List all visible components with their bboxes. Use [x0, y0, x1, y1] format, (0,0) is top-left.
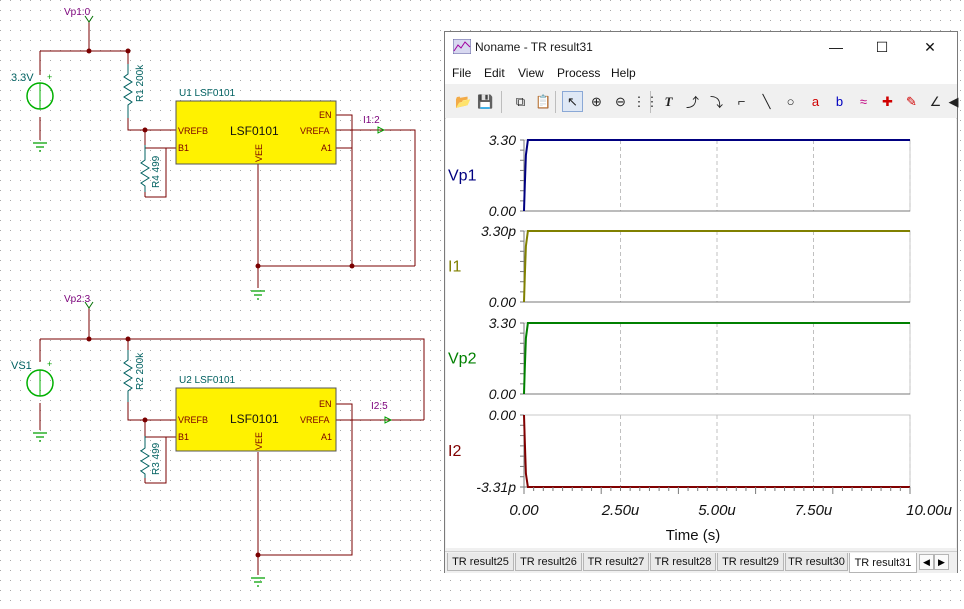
tab-tr-result30[interactable]: TR result30 — [785, 553, 848, 571]
resistor-r3-label: R3 499 — [151, 442, 162, 475]
pin-b1: B1 — [178, 143, 189, 153]
scroll-left-icon[interactable]: ◀ — [943, 91, 964, 112]
toolbar: 📂 💾 ⧉ 📋 ↖ ⊕ ⊖ ⋮⋮ T ⤴ ⤵ ⌐ ╲ ○ a b ≈ ✚ ✎ ∠ ◀ — [445, 85, 959, 119]
plus-sign: + — [47, 359, 52, 369]
resistor-r2-label: R2 200k — [135, 352, 146, 390]
tab-tr-result29[interactable]: TR result29 — [717, 553, 784, 571]
series-label-vp2: Vp2 — [448, 351, 477, 368]
y-tick-label-top: 0.00 — [489, 407, 516, 423]
curve-tool-2-icon[interactable]: ⤵ — [706, 91, 727, 112]
ic-u1-ref: U1 LSF0101 — [179, 88, 236, 99]
ic-u2-name: LSF0101 — [230, 412, 279, 426]
x-tick-label: 5.00u — [698, 502, 736, 519]
x-tick-label: 7.50u — [795, 502, 833, 519]
probe-i2-label: I2:5 — [371, 401, 388, 412]
ic-u1-name: LSF0101 — [230, 124, 279, 138]
pin-vee: VEE — [254, 432, 264, 450]
pin-b1: B1 — [178, 432, 189, 442]
y-tick-label-top: 3.30 — [489, 132, 516, 148]
tab-prev-button[interactable]: ◀ — [919, 554, 934, 570]
pin-vrefa: VREFA — [300, 126, 330, 136]
zoom-in-icon[interactable]: ⊕ — [586, 91, 607, 112]
open-icon[interactable]: 📂 — [453, 91, 474, 112]
series-label-i2: I2 — [448, 443, 461, 460]
ic-u2-ref: U2 LSF0101 — [179, 375, 236, 386]
y-tick-label-bottom: 0.00 — [489, 294, 516, 310]
pin-en: EN — [319, 110, 332, 120]
pin-en: EN — [319, 399, 332, 409]
pin-vrefa: VREFA — [300, 415, 330, 425]
menu-process[interactable]: Process — [557, 66, 600, 80]
tab-tr-result26[interactable]: TR result26 — [515, 553, 582, 571]
maximize-button[interactable]: ☐ — [859, 32, 905, 62]
pointer-icon[interactable]: ↖ — [562, 91, 583, 112]
result-tabs: TR result25 TR result26 TR result27 TR resu… — [445, 551, 957, 573]
tab-tr-result27[interactable]: TR result27 — [583, 553, 649, 571]
grid-icon[interactable]: ⋮⋮ — [633, 91, 659, 112]
menu-bar: File Edit View Process Help — [445, 62, 957, 84]
menu-view[interactable]: View — [518, 66, 544, 80]
menu-file[interactable]: File — [452, 66, 471, 80]
pin-vrefb: VREFB — [178, 415, 208, 425]
menu-edit[interactable]: Edit — [484, 66, 505, 80]
y-tick-label-top: 3.30p — [481, 223, 516, 239]
y-tick-label-bottom: 0.00 — [489, 386, 516, 402]
tab-tr-result25[interactable]: TR result25 — [447, 553, 514, 571]
probe-i1-label: I1:2 — [363, 115, 380, 126]
resistor-r1-label: R1 200k — [135, 64, 146, 102]
wave-icon[interactable]: ≈ — [853, 91, 874, 112]
toolbar-separator — [650, 91, 651, 113]
tab-next-button[interactable]: ▶ — [934, 554, 949, 570]
tab-tr-result28[interactable]: TR result28 — [650, 553, 716, 571]
marker-icon[interactable]: ✚ — [877, 91, 898, 112]
close-button[interactable]: ✕ — [907, 32, 953, 62]
save-icon[interactable]: 💾 — [475, 91, 496, 112]
probe-icon[interactable]: ✎ — [901, 91, 922, 112]
pin-a1: A1 — [321, 143, 332, 153]
pin-a1: A1 — [321, 432, 332, 442]
y-tick-label-bottom: 0.00 — [489, 203, 516, 219]
toolbar-separator — [501, 91, 502, 113]
waveform-chart[interactable]: 3.30 0.00 Vp1 3.30p 0.00 I1 3.30 0.00 Vp2 0.00 -3.… — [446, 118, 956, 548]
series-label-i1: I1 — [448, 259, 461, 276]
x-tick-label: 2.50u — [601, 502, 640, 519]
x-tick-label: 0.00 — [509, 502, 539, 519]
line-icon[interactable]: ╲ — [756, 91, 777, 112]
y-tick-label-top: 3.30 — [489, 315, 516, 331]
menu-help[interactable]: Help — [611, 66, 636, 80]
tr-result-window[interactable]: Noname - TR result31 — ☐ ✕ File Edit Vie… — [444, 31, 959, 573]
plot-area: 3.30 0.00 Vp1 3.30p 0.00 I1 3.30 0.00 Vp2 0.00 -3.… — [446, 118, 956, 548]
zoom-100-icon[interactable]: ⊖ — [610, 91, 631, 112]
window-title: Noname - TR result31 — [475, 40, 593, 54]
pin-vee: VEE — [254, 144, 264, 162]
probe-vp1-label: Vp1:0 — [64, 7, 91, 18]
source-bottom-label: VS1 — [11, 360, 32, 372]
curve-tool-icon[interactable]: ⤴ — [682, 91, 703, 112]
cursor-b-icon[interactable]: b — [829, 91, 850, 112]
pin-vrefb: VREFB — [178, 126, 208, 136]
tab-tr-result31[interactable]: TR result31 — [849, 553, 917, 573]
plus-sign: + — [47, 72, 52, 82]
series-label-vp1: Vp1 — [448, 168, 477, 185]
x-axis-label: Time (s) — [666, 527, 720, 544]
toolbar-separator — [555, 91, 556, 113]
circle-icon[interactable]: ○ — [780, 91, 801, 112]
source-top-label: 3.3V — [11, 72, 34, 84]
minimize-button[interactable]: — — [813, 32, 859, 62]
probe-vp2-label: Vp2:3 — [64, 294, 91, 305]
resistor-r4-label: R4 499 — [151, 155, 162, 188]
x-tick-label: 10.00u — [906, 502, 953, 519]
y-tick-label-bottom: -3.31p — [476, 479, 516, 495]
text-icon[interactable]: T — [658, 91, 679, 112]
cursor-a-icon[interactable]: a — [805, 91, 826, 112]
step-tool-icon[interactable]: ⌐ — [731, 91, 752, 112]
copy-icon[interactable]: ⧉ — [510, 91, 531, 112]
title-bar[interactable]: Noname - TR result31 — ☐ ✕ — [445, 32, 957, 62]
paste-icon[interactable]: 📋 — [533, 91, 554, 112]
app-icon — [453, 39, 471, 54]
